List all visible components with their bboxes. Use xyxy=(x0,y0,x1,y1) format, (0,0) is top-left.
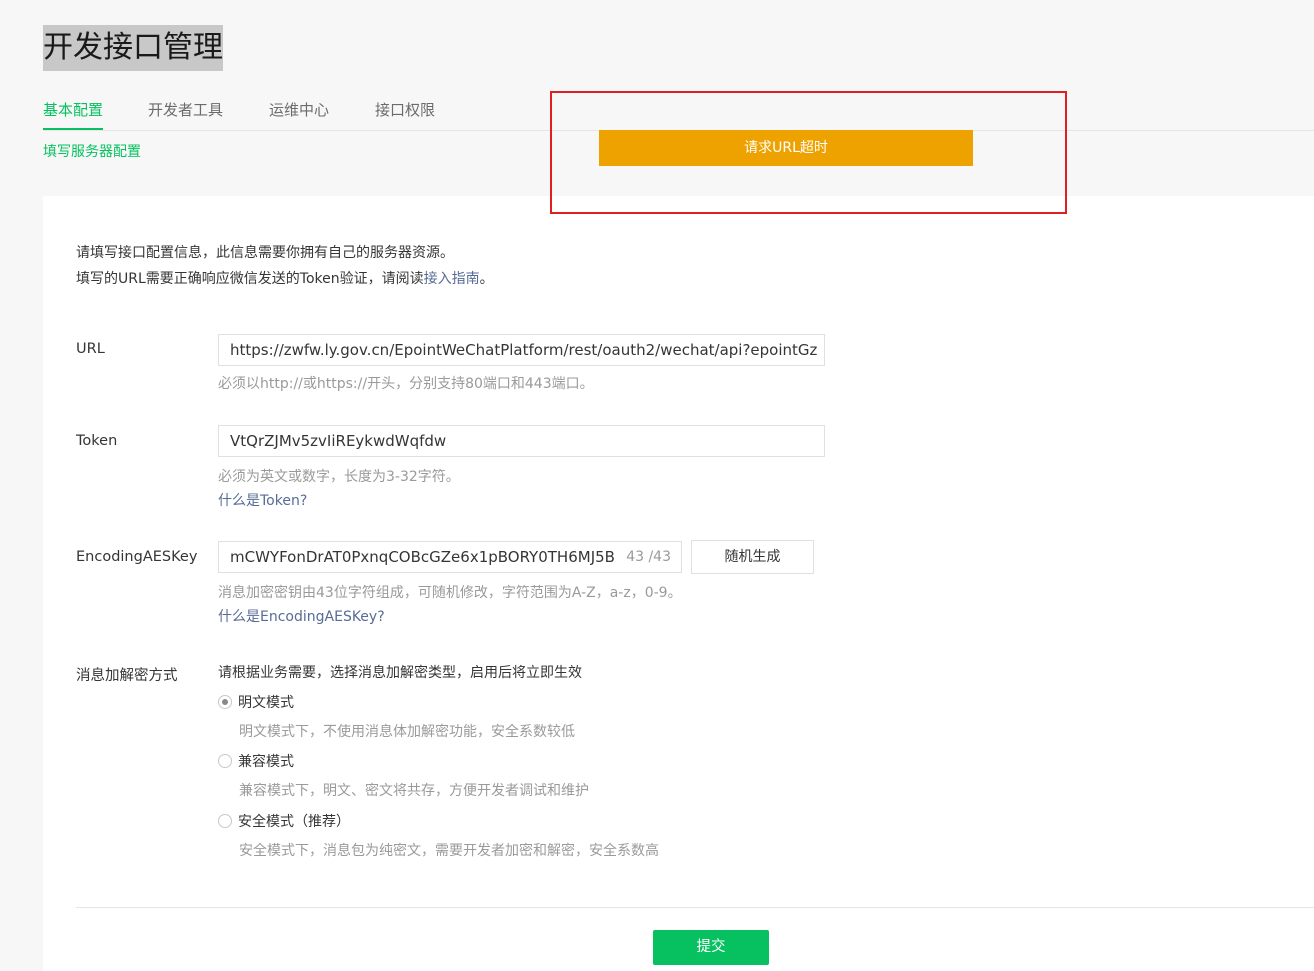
radio-unchecked-icon[interactable] xyxy=(218,754,232,768)
aeskey-label: EncodingAESKey xyxy=(76,549,198,565)
tab-basic-config[interactable]: 基本配置 xyxy=(43,96,104,130)
tab-developer-tools[interactable]: 开发者工具 xyxy=(148,96,223,124)
secure-mode-desc: 安全模式下，消息包为纯密文，需要开发者加密和解密，安全系数高 xyxy=(239,843,659,859)
intro-line-2: 填写的URL需要正确响应微信发送的Token验证，请阅读接入指南。 xyxy=(76,266,494,292)
config-panel: 请填写接口配置信息，此信息需要你拥有自己的服务器资源。 填写的URL需要正确响应… xyxy=(43,196,1314,971)
encryption-label: 消息加解密方式 xyxy=(76,668,178,684)
intro-line-2-text: 填写的URL需要正确响应微信发送的Token验证，请阅读 xyxy=(76,271,424,287)
url-hint: 必须以http://或https://开头，分别支持80端口和443端口。 xyxy=(218,376,594,392)
tab-api-permissions[interactable]: 接口权限 xyxy=(375,96,435,124)
encryption-description: 请根据业务需要，选择消息加解密类型，启用后将立即生效 xyxy=(218,665,582,681)
intro-line-2-suffix: 。 xyxy=(479,271,494,287)
page-title: 开发接口管理 xyxy=(43,25,223,71)
aeskey-input[interactable]: mCWYFonDrAT0PxnqCOBcGZe6x1pBORY0TH6MJ5B … xyxy=(218,541,682,573)
radio-unchecked-icon[interactable] xyxy=(218,814,232,828)
intro-text: 请填写接口配置信息，此信息需要你拥有自己的服务器资源。 填写的URL需要正确响应… xyxy=(76,240,494,292)
radio-plaintext-label: 明文模式 xyxy=(238,695,294,711)
annotation-highlight-box xyxy=(550,91,1067,214)
what-is-token-link[interactable]: 什么是Token? xyxy=(218,491,307,511)
radio-checked-icon[interactable] xyxy=(218,695,232,709)
url-label: URL xyxy=(76,341,105,357)
radio-compatible-label: 兼容模式 xyxy=(238,754,294,770)
divider xyxy=(76,907,1314,908)
token-input[interactable]: VtQrZJMv5zvIiREykwdWqfdw xyxy=(218,425,825,457)
tab-ops-center[interactable]: 运维中心 xyxy=(269,96,329,124)
random-generate-button[interactable]: 随机生成 xyxy=(691,540,814,574)
aeskey-counter: 43 /43 xyxy=(626,549,671,565)
intro-line-1: 请填写接口配置信息，此信息需要你拥有自己的服务器资源。 xyxy=(76,245,454,261)
radio-plaintext-mode[interactable]: 明文模式 xyxy=(218,693,294,713)
compatible-mode-desc: 兼容模式下，明文、密文将共存，方便开发者调试和维护 xyxy=(239,783,589,799)
token-label: Token xyxy=(76,433,118,449)
radio-secure-label: 安全模式（推荐） xyxy=(238,814,350,830)
url-input[interactable]: https://zwfw.ly.gov.cn/EpointWeChatPlatf… xyxy=(218,334,825,366)
access-guide-link[interactable]: 接入指南 xyxy=(424,271,480,287)
radio-secure-mode[interactable]: 安全模式（推荐） xyxy=(218,812,350,832)
radio-compatible-mode[interactable]: 兼容模式 xyxy=(218,752,294,772)
server-config-link[interactable]: 填写服务器配置 xyxy=(43,142,141,162)
token-hint: 必须为英文或数字，长度为3-32字符。 xyxy=(218,469,460,485)
submit-button[interactable]: 提交 xyxy=(653,930,769,965)
aeskey-value: mCWYFonDrAT0PxnqCOBcGZe6x1pBORY0TH6MJ5B xyxy=(230,548,615,566)
what-is-aeskey-link[interactable]: 什么是EncodingAESKey? xyxy=(218,607,385,627)
plaintext-mode-desc: 明文模式下，不使用消息体加解密功能，安全系数较低 xyxy=(239,724,575,740)
aeskey-hint: 消息加密密钥由43位字符组成，可随机修改，字符范围为A-Z，a-z，0-9。 xyxy=(218,585,682,601)
